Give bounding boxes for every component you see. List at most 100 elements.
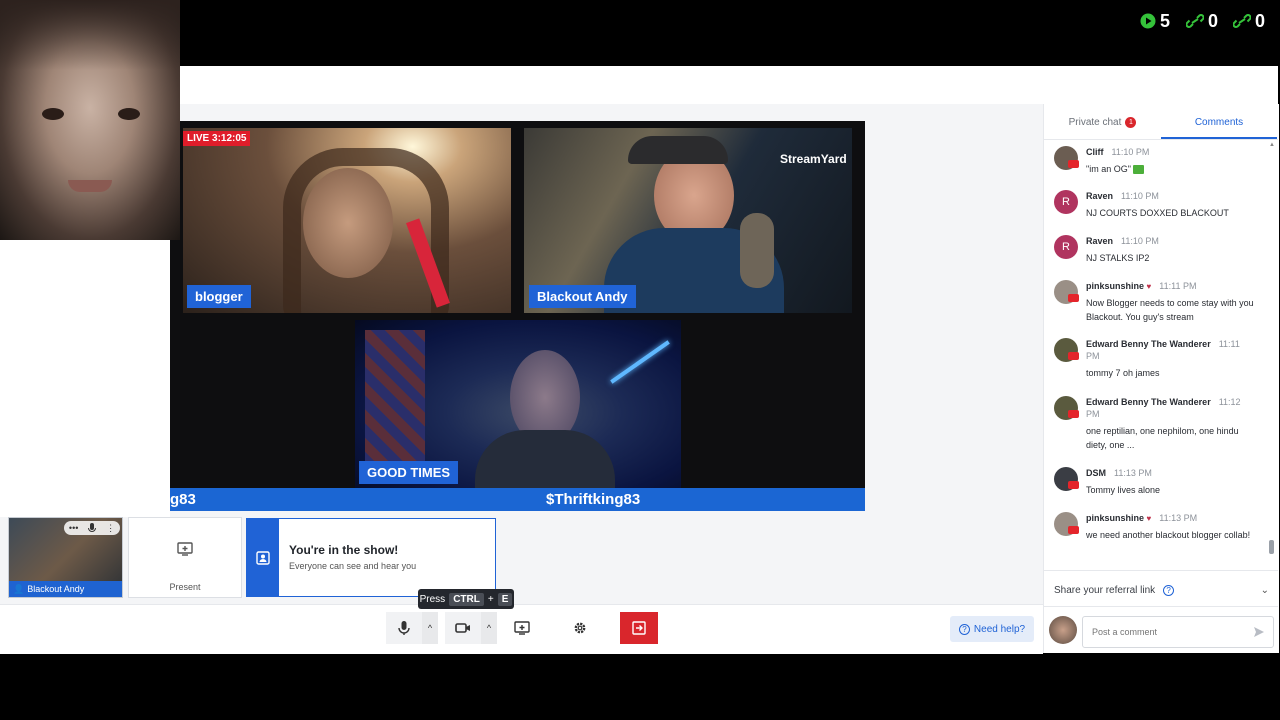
webcam-eye: [118, 108, 140, 120]
overlay-stat-value: 0: [1255, 10, 1266, 31]
overlay-stat-value: 5: [1160, 10, 1171, 31]
studio-header: [180, 66, 1278, 105]
overlay-stat-links-2: 0: [1233, 10, 1265, 32]
user-square-icon: [256, 550, 270, 565]
comment-item: Edward Benny The Wanderer 11:11 PM tommy 7…: [1054, 338, 1254, 384]
youtube-icon: [1068, 481, 1079, 489]
comment-item: Edward Benny The Wanderer 11:12 PM one rep…: [1054, 396, 1254, 454]
tab-divider: [1044, 139, 1278, 140]
microphone-icon[interactable]: [88, 523, 97, 533]
streamyard-watermark: StreamYard: [780, 152, 847, 166]
comment-header: Cliff 11:10 PM: [1086, 146, 1258, 158]
self-name-bar: 👤 Blackout Andy: [9, 581, 122, 597]
webcam-overlay: [0, 0, 180, 240]
comment-header: pinksunshine ♥ 11:13 PM: [1086, 512, 1258, 525]
microphone: [740, 213, 774, 288]
chevron-down-icon[interactable]: ⌄: [1261, 585, 1269, 596]
comment-header: Edward Benny The Wanderer 11:12 PM: [1086, 396, 1258, 420]
tab-comments-label: Comments: [1194, 116, 1244, 128]
ticker-left-text: g83: [170, 491, 196, 508]
comment-item: Cliff 11:10 PM "im an OG": [1054, 146, 1254, 180]
link-icon: [1186, 14, 1204, 28]
help-icon[interactable]: ?: [1163, 584, 1175, 596]
leave-studio-button[interactable]: [620, 612, 658, 644]
tab-comments[interactable]: Comments: [1161, 104, 1277, 140]
post-comment-input[interactable]: [1083, 617, 1254, 647]
webcam-hair: [0, 0, 180, 70]
comment-time: 11:11 PM: [1159, 281, 1197, 291]
comment-time: 11:12: [1218, 397, 1241, 407]
comment-item: R Raven 11:10 PM NJ STALKS IP2: [1054, 235, 1254, 269]
comment-text: Now Blogger needs to come stay with you …: [1086, 298, 1254, 322]
kebab-menu-icon[interactable]: ⋮: [106, 523, 115, 534]
comment-text: NJ STALKS IP2: [1086, 253, 1150, 263]
comment-header: DSM 11:13 PM: [1086, 467, 1258, 479]
comment-text: NJ COURTS DOXXED BLACKOUT: [1086, 208, 1229, 218]
scroll-up-icon[interactable]: ▲: [1269, 142, 1275, 148]
send-icon[interactable]: [1253, 626, 1265, 638]
self-preview-thumbnail[interactable]: ••• ⋮ 👤 Blackout Andy: [8, 517, 123, 598]
show-card-icon-strip: [247, 519, 279, 596]
heart-icon: ♥: [1146, 282, 1152, 291]
comment-text: we need another blackout blogger collab!: [1086, 530, 1251, 540]
tab-private-chat-label: Private chat: [1068, 116, 1122, 128]
in-show-card: You're in the show! Everyone can see and…: [246, 518, 496, 597]
comment-author: Raven: [1086, 191, 1114, 201]
avatar: R: [1054, 190, 1078, 214]
participant-body: [475, 430, 615, 488]
comment-author: Edward Benny The Wanderer: [1086, 339, 1211, 349]
comment-time-suffix: PM: [1086, 351, 1100, 361]
comment-time: 11:10 PM: [1121, 191, 1159, 201]
ticker-center-text: $Thriftking83: [546, 491, 641, 508]
shortcut-tooltip: Press CTRL + E: [418, 589, 514, 609]
thumb-controls: ••• ⋮: [64, 521, 120, 535]
comment-item: pinksunshine ♥ 11:11 PM Now Blogger needs…: [1054, 280, 1254, 326]
overlay-stat-value: 0: [1208, 10, 1219, 31]
referral-link-row[interactable]: Share your referral link ? ⌄: [1054, 580, 1269, 600]
avatar: R: [1054, 235, 1078, 259]
comment-header: Raven 11:10 PM: [1086, 190, 1258, 202]
mic-options-button[interactable]: ^: [422, 612, 438, 644]
play-icon: [1140, 13, 1156, 29]
comment-item: DSM 11:13 PM Tommy lives alone: [1054, 467, 1254, 501]
youtube-icon: [1068, 410, 1079, 418]
chevron-up-icon: ^: [427, 623, 433, 633]
emoji-icon: [1133, 165, 1145, 175]
show-card-subtitle: Everyone can see and hear you: [289, 561, 417, 571]
screen-share-icon: [514, 621, 530, 635]
post-comment-field[interactable]: [1082, 616, 1274, 648]
comment-item: pinksunshine ♥ 11:13 PM we need another b…: [1054, 512, 1254, 558]
comments-scrollbar[interactable]: ▲: [1268, 142, 1275, 562]
heart-icon: ♥: [1146, 514, 1152, 523]
exit-icon: [632, 621, 646, 635]
gear-icon: [574, 622, 586, 634]
comment-time-suffix: PM: [1086, 409, 1100, 419]
share-screen-button[interactable]: [504, 612, 540, 644]
camera-button[interactable]: [445, 612, 481, 644]
youtube-icon: [1068, 352, 1079, 360]
chevron-up-icon: ^: [486, 623, 492, 633]
mute-mic-button[interactable]: [386, 612, 422, 644]
left-gutter: [0, 240, 170, 517]
need-help-button[interactable]: ? Need help?: [950, 616, 1034, 642]
show-card-title: You're in the show!: [289, 543, 399, 557]
self-name-label: Blackout Andy: [27, 584, 85, 594]
avatar: [1049, 616, 1077, 644]
settings-button[interactable]: [562, 612, 598, 644]
participant-name-tag: GOOD TIMES: [359, 461, 459, 484]
scrollbar-thumb[interactable]: [1269, 540, 1274, 554]
help-icon: ?: [958, 623, 970, 635]
comment-time: 11:13 PM: [1114, 468, 1152, 478]
person-icon: 👤: [13, 583, 25, 594]
more-dots-icon[interactable]: •••: [69, 523, 78, 533]
overlay-stat-plays: 5: [1140, 10, 1170, 32]
comment-author: Edward Benny The Wanderer: [1086, 397, 1211, 407]
comment-author: DSM: [1086, 468, 1106, 478]
tooltip-plus: +: [487, 593, 494, 605]
microphone-icon: [398, 621, 410, 635]
panel-divider: [1044, 570, 1278, 571]
present-button[interactable]: Present: [128, 517, 242, 598]
camera-options-button[interactable]: ^: [481, 612, 497, 644]
participant-cap: [628, 136, 728, 164]
tab-private-chat[interactable]: Private chat 1: [1044, 104, 1161, 140]
